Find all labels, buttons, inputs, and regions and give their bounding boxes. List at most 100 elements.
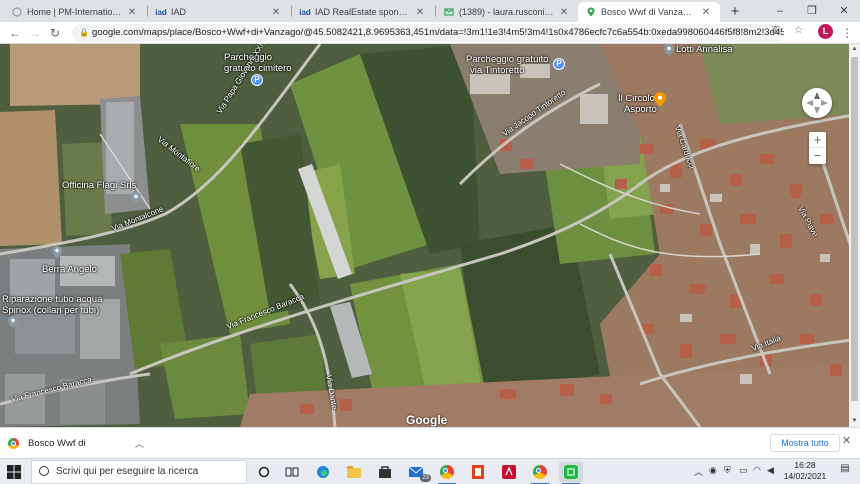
mail-badge: 23 bbox=[420, 474, 431, 482]
zoom-in-button[interactable]: + bbox=[809, 132, 826, 148]
wifi-icon[interactable]: ◠ bbox=[753, 465, 761, 476]
tab-title: Home | PM-International bbox=[27, 7, 122, 17]
map-label-parcheggio-tintoretto[interactable]: Parcheggio gratuito via Tintoretto bbox=[466, 54, 548, 76]
volume-icon[interactable]: ◀ bbox=[767, 465, 774, 476]
close-icon[interactable]: ✕ bbox=[414, 7, 426, 18]
tab-iad[interactable]: iad IAD ✕ bbox=[148, 2, 290, 22]
store-icon[interactable] bbox=[373, 462, 397, 482]
app-tray-icon[interactable]: ◉ bbox=[709, 465, 717, 476]
compass-icon bbox=[806, 92, 828, 114]
iad-icon: iad bbox=[155, 7, 167, 17]
map-label-il-circolo[interactable]: Il Circolo Asporto bbox=[618, 93, 657, 115]
screen: Home | PM-International ✕ iad IAD ✕ iad … bbox=[0, 0, 860, 484]
google-logo: Google bbox=[406, 413, 448, 427]
clock-time: 16:28 bbox=[794, 460, 816, 470]
iad-icon: iad bbox=[299, 7, 311, 17]
compass-control[interactable] bbox=[802, 88, 832, 118]
system-clock[interactable]: 16:28 14/02/2021 bbox=[779, 460, 831, 482]
green-app-icon[interactable] bbox=[559, 462, 583, 484]
profile-avatar[interactable]: L bbox=[818, 24, 833, 39]
minimize-button[interactable]: – bbox=[764, 0, 796, 22]
close-icon[interactable]: ✕ bbox=[558, 7, 570, 18]
tab-pm-international[interactable]: Home | PM-International ✕ bbox=[4, 2, 146, 22]
map-label-line: Parcheggio gratuito bbox=[466, 54, 549, 65]
chrome-taskbar-icon-2[interactable] bbox=[528, 462, 552, 484]
more-vert-icon: ⋮ bbox=[841, 26, 853, 40]
taskbar-search-input[interactable]: Scrivi qui per eseguire la ricerca bbox=[31, 460, 247, 484]
cortana-icon[interactable] bbox=[252, 462, 276, 482]
tab-iad-sponsor[interactable]: iad IAD RealEstate sponsor ✕ bbox=[292, 2, 434, 22]
place-pin-icon[interactable] bbox=[131, 192, 141, 204]
url-text: google.com/maps/place/Bosco+Wwf+di+Vanza… bbox=[92, 27, 784, 38]
gmail-icon bbox=[444, 7, 454, 17]
vertical-scrollbar[interactable]: ▲ ▼ bbox=[849, 44, 860, 427]
defender-icon[interactable]: ⛨ bbox=[724, 465, 731, 476]
key-icon[interactable]: ⚿ bbox=[772, 25, 780, 36]
office-icon[interactable] bbox=[466, 462, 490, 482]
tab-title: (1389) - laura.rusconi@iad-ital bbox=[459, 7, 554, 17]
edge-icon[interactable] bbox=[311, 462, 335, 482]
map-label-riparazione[interactable]: Riparazione tubo acqua Spinox (collari p… bbox=[2, 294, 102, 316]
place-pin-icon[interactable] bbox=[664, 44, 674, 56]
close-icon[interactable]: ✕ bbox=[126, 7, 138, 18]
tab-strip: Home | PM-International ✕ iad IAD ✕ iad … bbox=[0, 0, 860, 22]
parking-icon[interactable]: P bbox=[251, 74, 263, 86]
back-button[interactable]: ← bbox=[6, 24, 24, 42]
parking-icon[interactable]: P bbox=[553, 58, 565, 70]
bookmark-star-icon[interactable]: ☆ bbox=[794, 25, 803, 36]
scroll-down-icon[interactable]: ▼ bbox=[849, 416, 860, 427]
download-shelf: Bosco Wwf di ︿ Mostra tutto ✕ bbox=[0, 427, 860, 458]
scroll-up-icon[interactable]: ▲ bbox=[849, 44, 860, 55]
new-tab-button[interactable]: + bbox=[726, 3, 744, 21]
place-pin-icon[interactable] bbox=[8, 316, 18, 328]
maximize-button[interactable]: ❐ bbox=[796, 0, 828, 22]
battery-icon[interactable]: ▭ bbox=[739, 465, 748, 476]
windows-taskbar: Scrivi qui per eseguire la ricerca 23 ︿ … bbox=[0, 458, 860, 484]
chevron-up-icon[interactable]: ︿ bbox=[135, 437, 144, 450]
task-view-icon[interactable] bbox=[280, 462, 304, 482]
windows-start-icon[interactable] bbox=[6, 464, 22, 480]
map-label-line: Asporto bbox=[624, 104, 657, 115]
search-placeholder: Scrivi qui per eseguire la ricerca bbox=[56, 466, 199, 477]
tab-gmail[interactable]: (1389) - laura.rusconi@iad-ital ✕ bbox=[436, 2, 578, 22]
forward-button[interactable]: → bbox=[26, 24, 44, 42]
place-pin-icon[interactable] bbox=[52, 246, 62, 258]
close-window-button[interactable]: ✕ bbox=[828, 0, 860, 22]
address-bar[interactable]: 🔒 google.com/maps/place/Bosco+Wwf+di+Van… bbox=[72, 24, 784, 42]
file-explorer-icon[interactable] bbox=[342, 462, 366, 482]
chrome-icon bbox=[533, 465, 547, 479]
scrollbar-thumb[interactable] bbox=[851, 57, 858, 401]
map-label-line: via Tintoretto bbox=[470, 65, 525, 76]
download-item[interactable]: Bosco Wwf di ︿ bbox=[8, 432, 144, 454]
tab-title: IAD bbox=[171, 7, 187, 17]
map-label-line: Il Circolo bbox=[618, 93, 655, 104]
chrome-icon bbox=[8, 437, 19, 449]
restaurant-pin-icon[interactable] bbox=[654, 92, 666, 107]
close-icon[interactable]: ✕ bbox=[700, 7, 712, 18]
close-icon[interactable]: ✕ bbox=[270, 7, 282, 18]
download-filename: Bosco Wwf di bbox=[28, 437, 86, 449]
zoom-out-button[interactable]: − bbox=[809, 148, 826, 164]
menu-button[interactable]: ⋮ bbox=[838, 24, 856, 42]
chevron-up-icon[interactable]: ︿ bbox=[694, 465, 703, 478]
clock-date: 14/02/2021 bbox=[783, 471, 827, 481]
close-shelf-button[interactable]: ✕ bbox=[842, 434, 851, 447]
satellite-imagery bbox=[0, 44, 860, 427]
acrobat-icon[interactable] bbox=[497, 462, 521, 482]
tab-google-maps[interactable]: Bosco Wwf di Vanzago - Goog ✕ bbox=[578, 2, 720, 22]
google-maps-icon bbox=[586, 7, 596, 17]
map-label-lotti-annalisa[interactable]: Lotti Annalisa bbox=[676, 44, 733, 55]
map-label-berra-angelo[interactable]: Berra Angelo bbox=[42, 264, 97, 275]
mail-icon[interactable]: 23 bbox=[404, 462, 431, 482]
show-all-button[interactable]: Mostra tutto bbox=[770, 434, 840, 452]
reload-button[interactable]: ↻ bbox=[46, 24, 64, 42]
chrome-taskbar-icon[interactable] bbox=[435, 462, 459, 484]
map-label-officina[interactable]: Officina Flagi Srls bbox=[62, 180, 136, 191]
browser-toolbar: ← → ↻ 🔒 google.com/maps/place/Bosco+Wwf+… bbox=[0, 22, 860, 44]
satellite-map[interactable]: Parcheggio gratuito cimitero P Parcheggi… bbox=[0, 44, 860, 427]
arrow-right-icon: → bbox=[29, 26, 41, 40]
map-label-line: Officina Flagi Srls bbox=[62, 180, 137, 191]
notification-icon[interactable]: ▤ bbox=[838, 463, 852, 479]
chrome-icon bbox=[440, 465, 454, 479]
map-label-line: Spinox (collari per tubi) bbox=[2, 305, 100, 316]
